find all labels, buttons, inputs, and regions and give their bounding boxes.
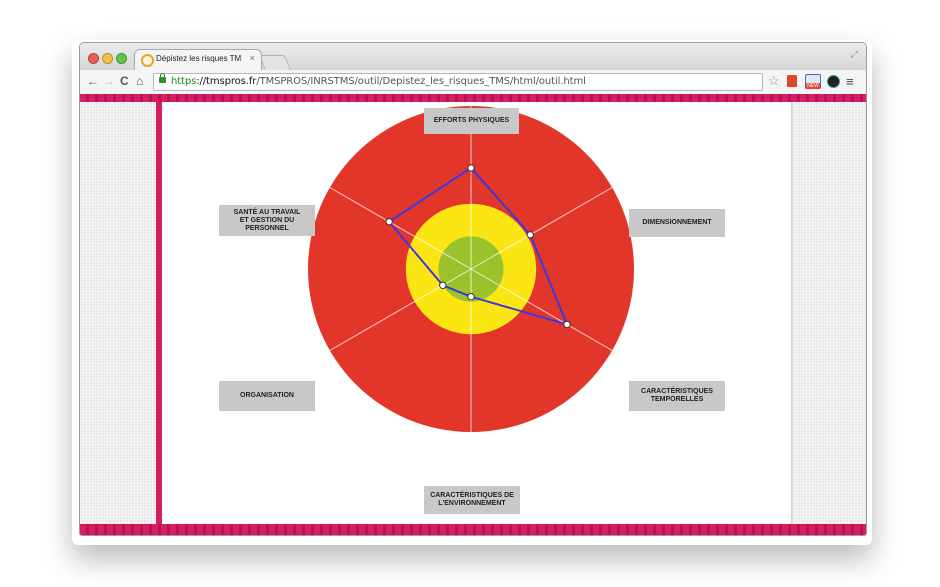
favicon-icon [141,54,154,67]
footer-stripe [80,524,866,535]
fullscreen-icon[interactable]: ⤢ [851,49,858,60]
url-host: ://tmspros.fr [196,76,257,87]
title-bar: Dépistez les risques TMS à × ⤢ [80,43,866,71]
tab-close-icon[interactable]: × [250,53,255,63]
radar-chart [308,106,634,432]
home-icon[interactable]: ⌂ [136,74,143,88]
browser-tab[interactable]: Dépistez les risques TMS à × [134,49,262,71]
address-bar[interactable]: https://tmspros.fr/TMSPROS/INRSTMS/outil… [153,73,763,91]
extension-badge: NEW [806,83,820,89]
tool-panel: EFFORTS PHYSIQUES DIMENSIONNEMENT CARACT… [162,102,791,524]
menu-icon[interactable]: ≡ [846,74,854,89]
header-stripe [80,94,866,102]
label-organisation[interactable]: ORGANISATION [219,381,315,411]
score-point [563,320,571,329]
window-close-icon[interactable] [88,53,99,64]
page-content: EFFORTS PHYSIQUES DIMENSIONNEMENT CARACT… [80,102,866,524]
window-minimize-icon[interactable] [102,53,113,64]
reload-icon[interactable]: C [120,74,129,88]
url-text: https://tmspros.fr/TMSPROS/INRSTMS/outil… [171,76,586,87]
score-point [467,293,475,301]
bookmark-star-icon[interactable]: ☆ [768,73,780,89]
url-scheme: https [171,76,197,87]
label-efforts-physiques[interactable]: EFFORTS PHYSIQUES [424,108,519,134]
extension-icon[interactable] [787,75,797,87]
panel-edge [791,102,794,524]
label-dimensionnement[interactable]: DIMENSIONNEMENT [629,209,725,237]
window-maximize-icon[interactable] [116,53,127,64]
url-path: /TMSPROS/INRSTMS/outil/Depistez_les_risq… [256,76,586,87]
score-point [385,218,393,226]
browser-toolbar: ← → C ⌂ https://tmspros.fr/TMSPROS/INRST… [80,70,866,95]
new-tab-button[interactable] [259,55,291,70]
back-icon[interactable]: ← [87,74,99,88]
forward-icon[interactable]: → [103,74,115,88]
label-caracteristiques-temporelles[interactable]: CARACTÉRISTIQUES TEMPORELLES [629,381,725,411]
extension-new-icon[interactable]: NEW [805,74,821,89]
label-caracteristiques-environnement[interactable]: CARACTÉRISTIQUES DE L'ENVIRONNEMENT [424,486,520,514]
browser-window: Dépistez les risques TMS à × ⤢ ← → C ⌂ h… [79,42,867,536]
label-sante-au-travail[interactable]: SANTÉ AU TRAVAIL ET GESTION DU PERSONNEL [219,205,315,236]
score-point [439,281,447,290]
score-point [526,231,534,239]
lock-icon [159,73,166,83]
tab-title: Dépistez les risques TMS à [156,54,242,63]
score-point [467,164,475,172]
extension-camera-icon[interactable] [827,75,840,88]
